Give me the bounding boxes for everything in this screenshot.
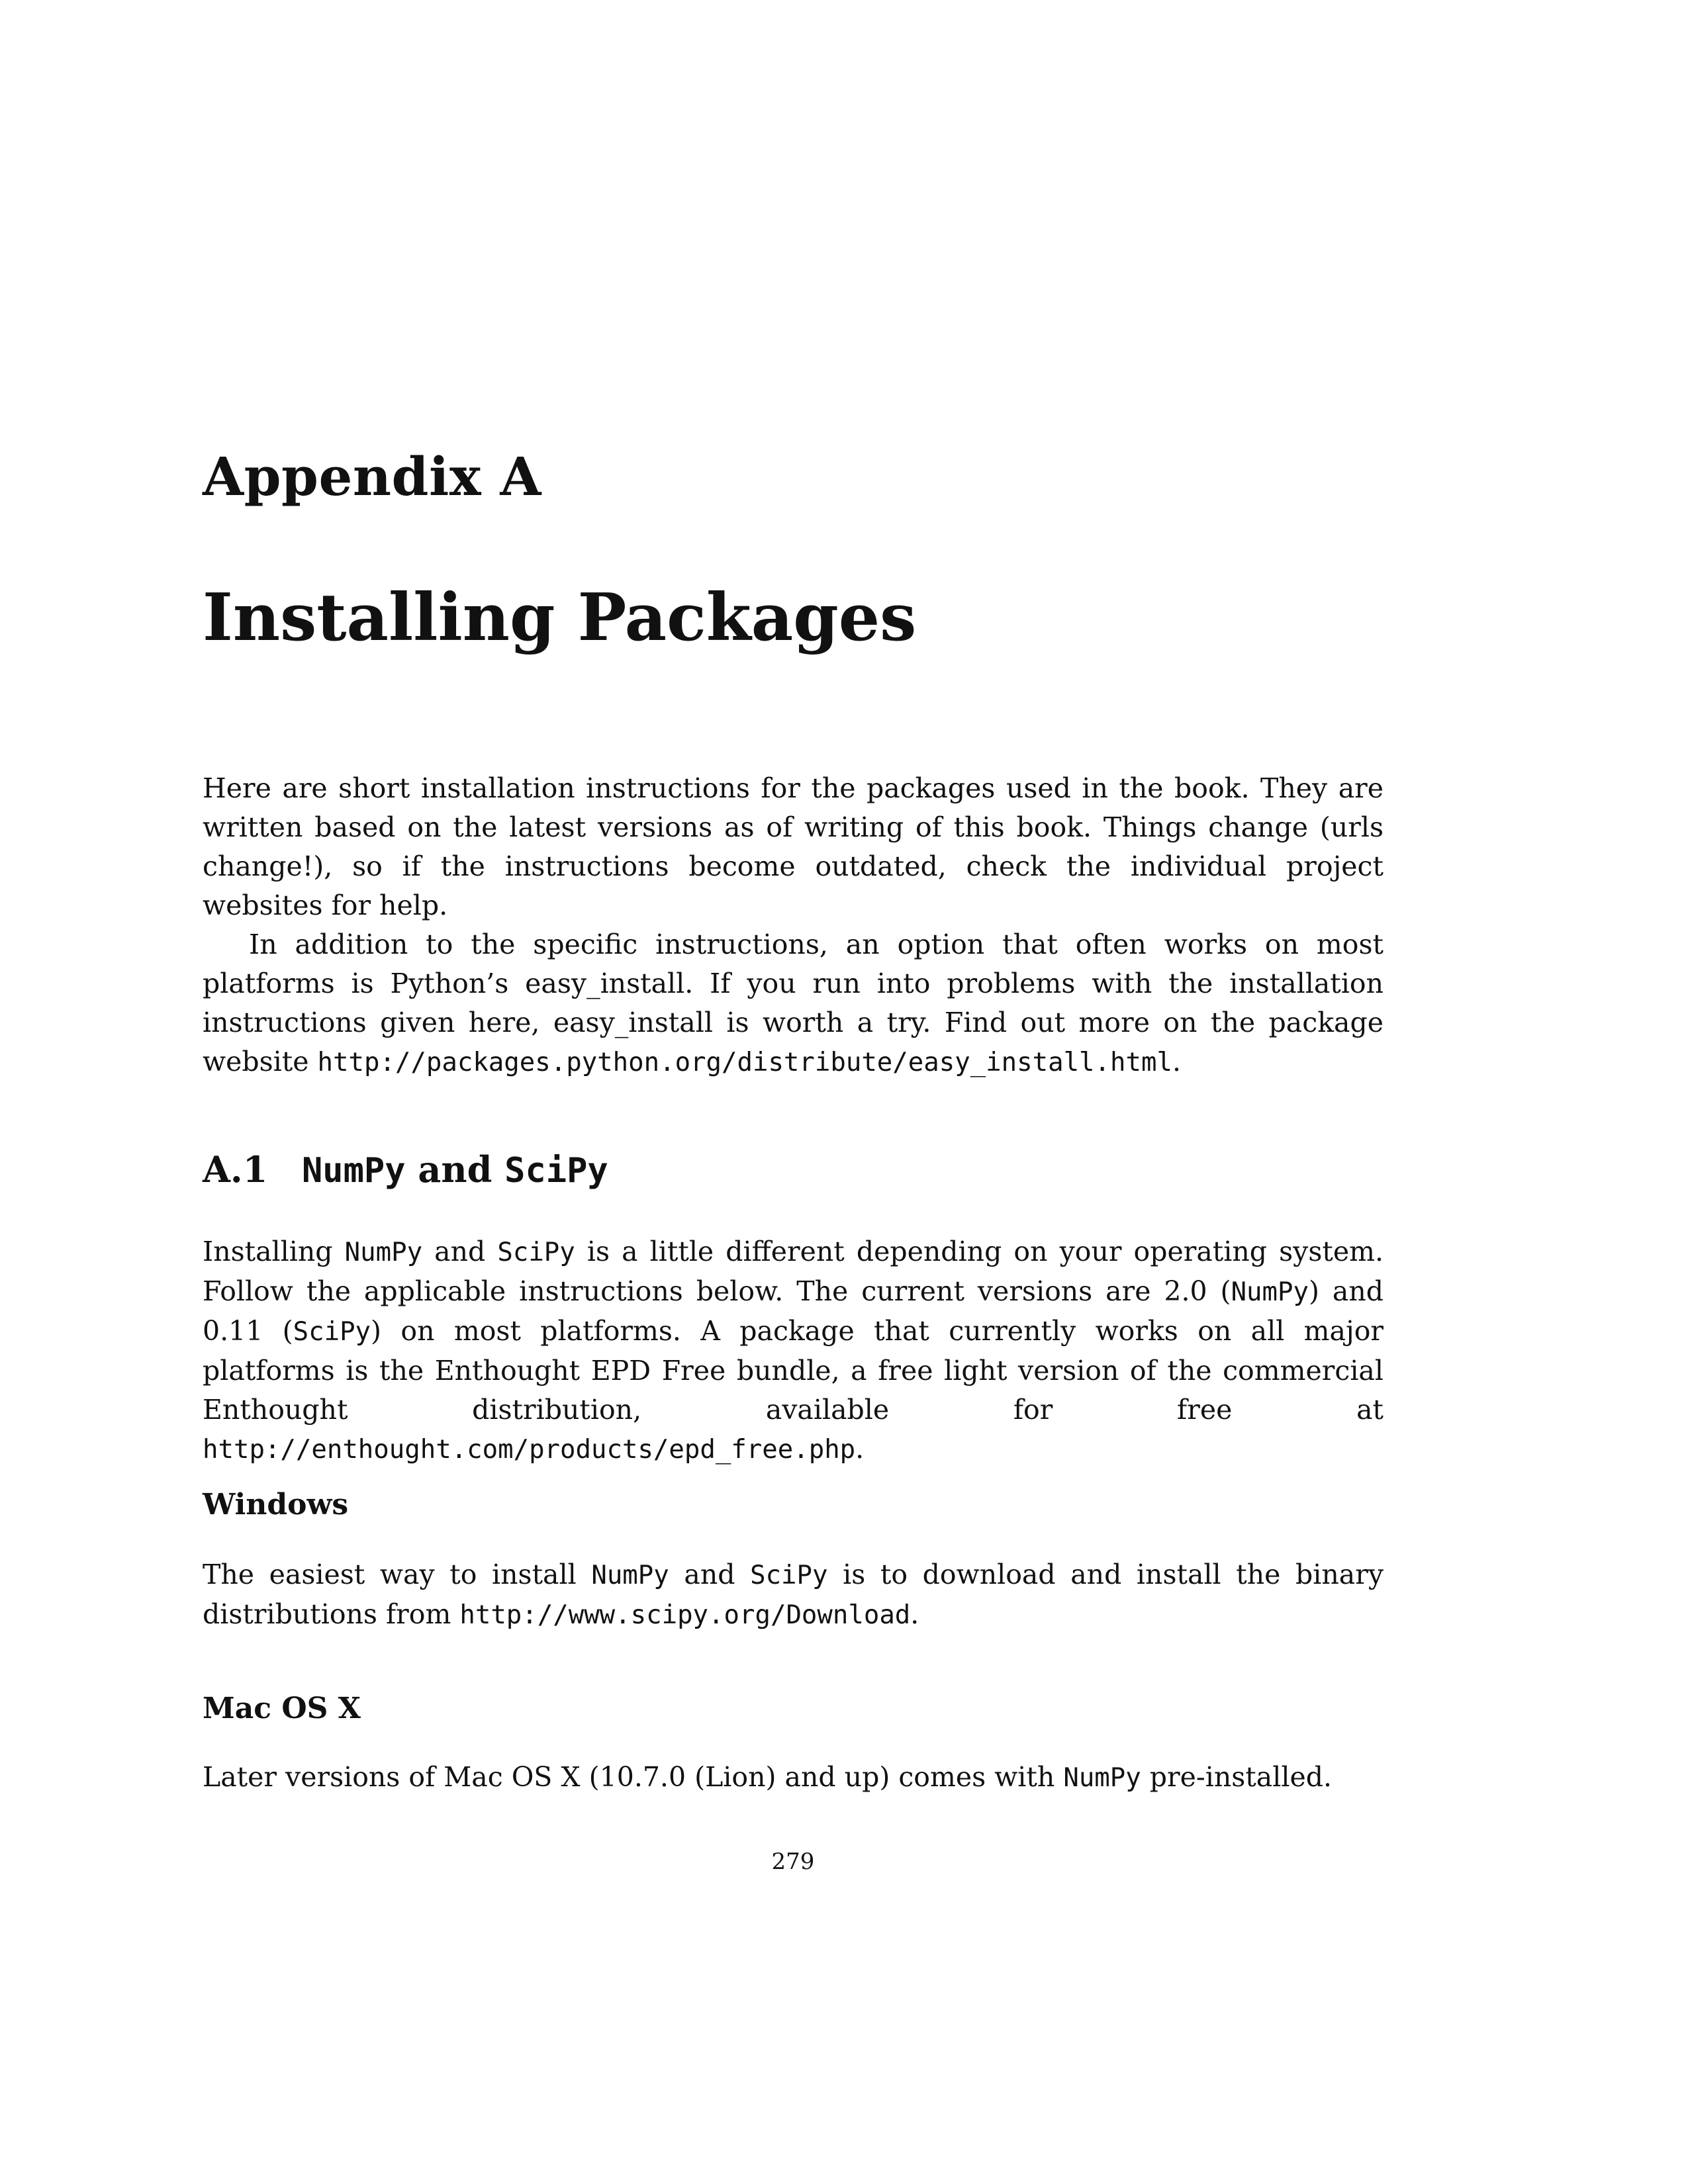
- enthought-url[interactable]: http://enthought.com/products/epd_free.p…: [203, 1435, 855, 1465]
- windows-paragraph: The easiest way to install NumPy and Sci…: [203, 1555, 1383, 1635]
- section-a1-paragraph: Installing NumPy and SciPy is a little d…: [203, 1232, 1383, 1469]
- easy-install-url[interactable]: http://packages.python.org/distribute/ea…: [318, 1048, 1172, 1077]
- text-run: Later versions of Mac OS X (10.7.0 (Lion…: [203, 1761, 1064, 1793]
- section-title-scipy: SciPy: [504, 1151, 608, 1191]
- chapter-title: Installing Packages: [203, 580, 917, 656]
- windows-body: The easiest way to install NumPy and Sci…: [203, 1555, 1383, 1635]
- code-scipy: SciPy: [497, 1238, 575, 1267]
- chapter-label: Appendix A: [203, 445, 541, 508]
- text-run: Installing: [203, 1236, 345, 1267]
- code-numpy: NumPy: [1231, 1277, 1309, 1307]
- text-run: pre-installed.: [1141, 1761, 1332, 1793]
- section-a1-body: Installing NumPy and SciPy is a little d…: [203, 1232, 1383, 1469]
- text-run: The easiest way to install: [203, 1559, 592, 1590]
- mac-body: Later versions of Mac OS X (10.7.0 (Lion…: [203, 1758, 1383, 1797]
- text-run: .: [855, 1433, 865, 1465]
- scipy-download-url[interactable]: http://www.scipy.org/Download: [459, 1600, 910, 1630]
- intro-block: Here are short installation instructions…: [203, 769, 1383, 1082]
- section-title-and: and: [405, 1148, 505, 1191]
- book-page: Appendix A Installing Packages Here are …: [203, 0, 1383, 2184]
- code-numpy: NumPy: [1063, 1763, 1141, 1793]
- code-scipy: SciPy: [750, 1561, 828, 1590]
- intro-paragraph-2: In addition to the specific instructions…: [203, 925, 1383, 1082]
- code-scipy: SciPy: [293, 1317, 371, 1347]
- subheading-windows: Windows: [203, 1488, 349, 1522]
- text-run: ) on most platforms. A package that curr…: [203, 1315, 1383, 1426]
- text-run: and: [669, 1559, 751, 1590]
- mac-paragraph: Later versions of Mac OS X (10.7.0 (Lion…: [203, 1758, 1383, 1797]
- page-number: 279: [771, 1848, 815, 1875]
- intro-paragraph-2-end: .: [1172, 1046, 1181, 1077]
- subheading-mac-os-x: Mac OS X: [203, 1692, 361, 1725]
- text-run: .: [910, 1598, 919, 1630]
- section-heading-a1: A.1 NumPy and SciPy: [203, 1152, 608, 1188]
- code-numpy: NumPy: [344, 1238, 423, 1267]
- section-number: A.1: [203, 1148, 268, 1191]
- code-numpy: NumPy: [591, 1561, 669, 1590]
- intro-paragraph-1: Here are short installation instructions…: [203, 772, 1383, 921]
- text-run: and: [422, 1236, 498, 1267]
- section-title-numpy: NumPy: [302, 1151, 406, 1191]
